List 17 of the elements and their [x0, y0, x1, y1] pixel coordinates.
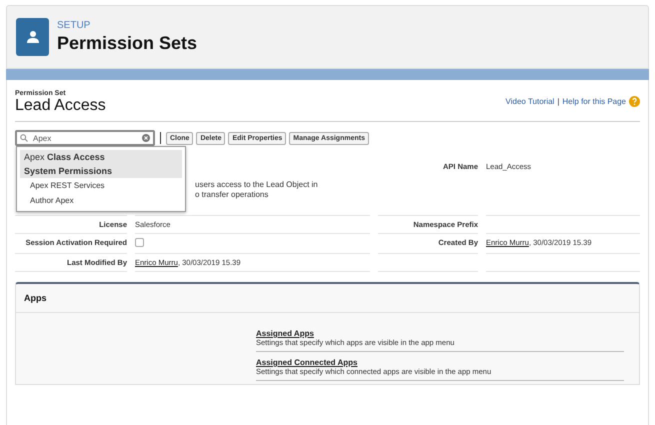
help-icon[interactable]: [629, 96, 640, 107]
search-icon: [20, 134, 28, 142]
breadcrumb-text: SETUP: [57, 20, 92, 31]
page-title: Permission Sets: [57, 33, 198, 54]
clear-icon[interactable]: [142, 134, 150, 142]
help-link[interactable]: Help for this Page: [562, 97, 626, 106]
dropdown-group[interactable]: Apex Class Access: [20, 150, 182, 164]
section-title: Apps: [16, 284, 639, 313]
user-icon: [16, 18, 49, 56]
separator-text: |: [557, 97, 560, 106]
search-field[interactable]: Apex: [15, 130, 155, 146]
section-link[interactable]: Assigned Connected Apps: [256, 358, 624, 367]
dropdown-group[interactable]: System Permissions: [20, 164, 182, 178]
section-link[interactable]: Assigned Apps: [256, 328, 624, 338]
video-tutorial-link[interactable]: Video Tutorial: [506, 97, 554, 106]
checkbox[interactable]: [135, 238, 144, 247]
record-title: Lead Access: [15, 97, 106, 115]
